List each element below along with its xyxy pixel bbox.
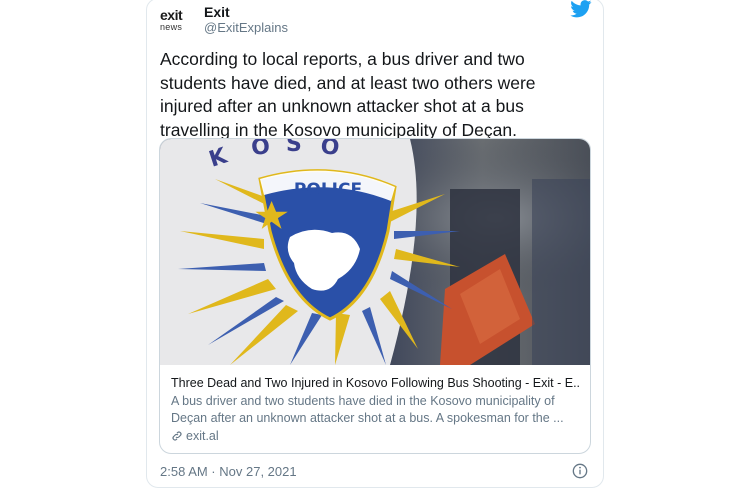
link-icon (172, 431, 182, 441)
svg-text:O: O (250, 139, 271, 161)
link-preview-meta: Three Dead and Two Injured in Kosovo Fol… (171, 375, 581, 443)
avatar-logo-line2: news (160, 22, 183, 32)
police-badge-image: K O S O POLICE (160, 139, 590, 365)
svg-text:O: O (319, 139, 340, 161)
info-icon[interactable] (572, 463, 588, 479)
author-name[interactable]: Exit (204, 4, 230, 20)
link-preview-card[interactable]: K O S O POLICE Three Dead and Two Injure… (159, 138, 591, 454)
avatar[interactable]: exit news (160, 6, 196, 34)
avatar-logo-line1: exit (160, 7, 183, 23)
link-domain: exit.al (171, 429, 581, 443)
link-title: Three Dead and Two Injured in Kosovo Fol… (171, 376, 581, 390)
tweet-text: According to local reports, a bus driver… (160, 49, 536, 140)
twitter-bird-icon[interactable] (570, 0, 592, 18)
svg-text:S: S (286, 139, 302, 157)
link-description: A bus driver and two students have died … (171, 394, 564, 425)
tweet-timestamp[interactable]: 2:58 AM · Nov 27, 2021 (160, 464, 297, 479)
author-handle[interactable]: @ExitExplains (204, 20, 288, 35)
link-domain-text: exit.al (186, 429, 219, 443)
badge-police-text: POLICE (294, 180, 362, 200)
